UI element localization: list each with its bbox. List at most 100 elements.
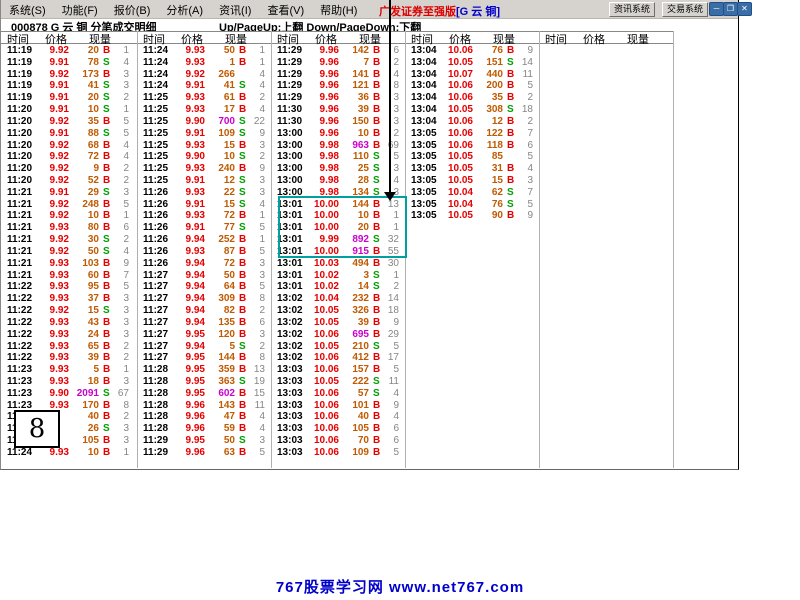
- trade-row: 13:0310.0657S4: [273, 388, 407, 400]
- cell-time: 11:24: [143, 45, 173, 57]
- trade-row: 11:199.92173B3: [3, 69, 137, 81]
- trade-row: 11:229.9215S3: [3, 305, 137, 317]
- restore-button[interactable]: ❐: [723, 2, 738, 16]
- cell-count: 8: [108, 400, 129, 412]
- cell-time: 13:05: [411, 128, 441, 140]
- trade-row: 11:259.9010S2: [139, 151, 273, 163]
- down-arrow-icon: [389, 0, 391, 192]
- cell-time: 13:00: [277, 151, 307, 163]
- trade-row: 11:309.96150B3: [273, 116, 407, 128]
- cell-price: 9.93: [171, 187, 205, 199]
- cell-volume: 78: [69, 57, 99, 69]
- cell-time: 13:03: [277, 388, 307, 400]
- cell-count: 11: [244, 400, 265, 412]
- cell-count: 9: [244, 163, 265, 175]
- trade-row: 13:0110.03494B30: [273, 258, 407, 270]
- cell-count: 4: [512, 163, 533, 175]
- cell-volume: 109: [205, 128, 235, 140]
- cell-count: 3: [108, 69, 129, 81]
- trade-row: 11:279.9482B2: [139, 305, 273, 317]
- cell-volume: 105: [69, 435, 99, 447]
- trade-row: 11:229.9395B5: [3, 281, 137, 293]
- menu-item-4[interactable]: 资讯(I): [211, 0, 259, 18]
- cell-time: 11:25: [143, 104, 173, 116]
- trade-row: 11:299.96141B4: [273, 69, 407, 81]
- cell-count: 6: [512, 140, 533, 152]
- cell-time: 11:22: [7, 293, 37, 305]
- column-separator: [673, 31, 674, 468]
- minimize-button[interactable]: ─: [709, 2, 724, 16]
- cell-volume: 3: [339, 270, 369, 282]
- trade-system-button[interactable]: 交易系统: [662, 2, 708, 17]
- cell-time: 13:00: [277, 140, 307, 152]
- cell-time: 11:20: [7, 175, 37, 187]
- cell-volume: 88: [69, 128, 99, 140]
- cell-time: 11:20: [7, 140, 37, 152]
- cell-count: 17: [378, 352, 399, 364]
- cell-price: 9.93: [171, 246, 205, 258]
- cell-price: 9.95: [171, 364, 205, 376]
- cell-volume: 10: [69, 447, 99, 459]
- trade-row: 11:269.9472B3: [139, 258, 273, 270]
- cell-time: 11:27: [143, 317, 173, 329]
- cell-price: 9.92: [35, 116, 69, 128]
- info-system-button[interactable]: 资讯系统: [609, 2, 655, 17]
- cell-volume: 31: [473, 163, 503, 175]
- trade-row: 11:289.9659B4: [139, 423, 273, 435]
- cell-time: 11:29: [277, 92, 307, 104]
- cell-price: 9.93: [35, 447, 69, 459]
- cell-count: 5: [244, 447, 265, 459]
- menu-item-1[interactable]: 功能(F): [54, 0, 106, 18]
- column-separator: [271, 31, 272, 468]
- trade-row: 11:219.92248B5: [3, 199, 137, 211]
- trade-row: 11:279.94309B8: [139, 293, 273, 305]
- trade-row: 11:259.9317B4: [139, 104, 273, 116]
- cell-time: 13:04: [411, 45, 441, 57]
- trade-row: 11:309.9639B3: [273, 104, 407, 116]
- cell-volume: 12: [473, 116, 503, 128]
- cell-time: 13:02: [277, 341, 307, 353]
- cell-price: 9.98: [305, 175, 339, 187]
- trade-row: 13:0310.06101B9: [273, 400, 407, 412]
- menu-item-2[interactable]: 报价(B): [106, 0, 159, 18]
- trade-row: 11:229.9365B2: [3, 341, 137, 353]
- cell-count: 4: [108, 246, 129, 258]
- cell-time: 11:22: [7, 329, 37, 341]
- cell-price: 9.90: [35, 388, 69, 400]
- app-window: 系统(S)功能(F)报价(B)分析(A)资讯(I)查看(V)帮助(H) 广发证券…: [0, 0, 739, 470]
- cell-time: 11:29: [277, 69, 307, 81]
- cell-count: 3: [108, 187, 129, 199]
- cell-price: 9.92: [35, 151, 69, 163]
- cell-count: 3: [108, 293, 129, 305]
- menu-item-5[interactable]: 查看(V): [259, 0, 312, 18]
- close-button[interactable]: ✕: [737, 2, 752, 16]
- cell-count: 11: [512, 69, 533, 81]
- cell-price: 9.93: [171, 163, 205, 175]
- cell-count: 3: [108, 329, 129, 341]
- trade-row: 11:249.9350B1: [139, 45, 273, 57]
- menu-item-6[interactable]: 帮助(H): [312, 0, 365, 18]
- cell-price: 9.95: [171, 376, 205, 388]
- cell-count: 2: [512, 92, 533, 104]
- cell-volume: 39: [69, 352, 99, 364]
- cell-volume: 36: [339, 92, 369, 104]
- cell-count: 2: [244, 341, 265, 353]
- trade-row: 11:269.9387B5: [139, 246, 273, 258]
- cell-time: 11:20: [7, 128, 37, 140]
- trade-row: 11:279.95120B3: [139, 329, 273, 341]
- cell-count: 3: [108, 435, 129, 447]
- cell-count: 1: [244, 45, 265, 57]
- cell-time: 11:21: [7, 270, 37, 282]
- cell-count: 19: [244, 376, 265, 388]
- cell-volume: 266: [205, 69, 235, 81]
- menu-item-3[interactable]: 分析(A): [158, 0, 211, 18]
- cell-volume: 326: [339, 305, 369, 317]
- trade-row: 13:009.9610B2: [273, 128, 407, 140]
- cell-count: 7: [512, 128, 533, 140]
- cell-time: 11:30: [277, 116, 307, 128]
- menu-item-0[interactable]: 系统(S): [1, 0, 54, 18]
- cell-count: 67: [108, 388, 129, 400]
- cell-volume: 440: [473, 69, 503, 81]
- trade-row: 13:0510.0515B3: [407, 175, 541, 187]
- cell-count: 5: [512, 80, 533, 92]
